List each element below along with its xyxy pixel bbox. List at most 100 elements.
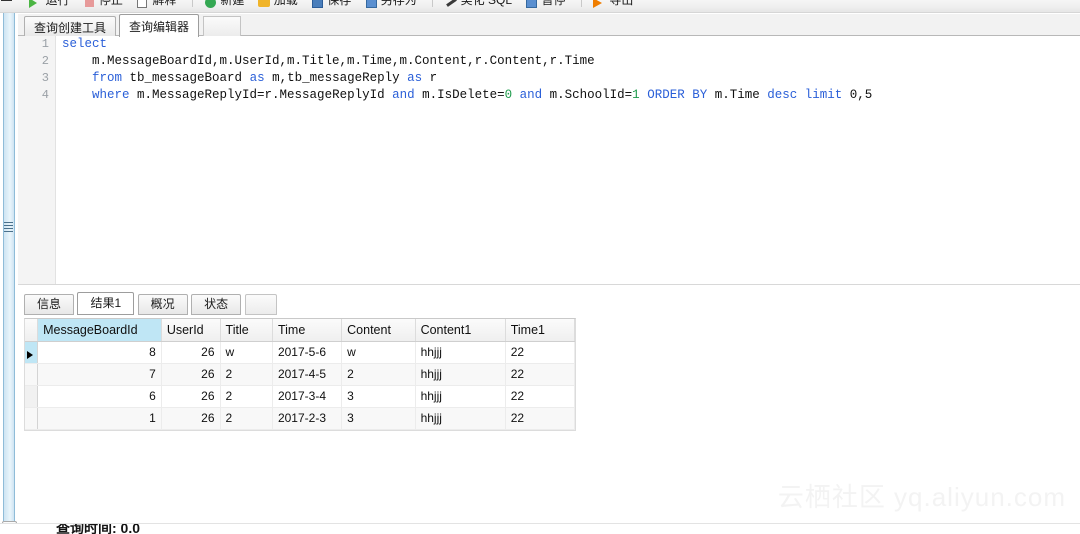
toolbar-run-button[interactable]: 运行 bbox=[29, 0, 70, 9]
toolbar-run-label: 运行 bbox=[45, 0, 70, 7]
results-table: MessageBoardId UserId Title Time Content… bbox=[25, 319, 576, 430]
result-tab-status[interactable]: 状态 bbox=[191, 294, 242, 315]
table-cell-title[interactable]: 2 bbox=[220, 407, 273, 430]
table-cell-time[interactable]: 2017-2-3 bbox=[272, 407, 343, 430]
column-header-messageboardid[interactable]: MessageBoardId bbox=[37, 319, 162, 342]
table-row[interactable]: 7 26 2 2017-4-5 2 hhjjj 22 bbox=[25, 363, 576, 386]
line-number: 2 bbox=[41, 54, 49, 68]
result-tab-info[interactable]: 信息 bbox=[24, 294, 75, 315]
splitter-grip-icon[interactable] bbox=[4, 220, 13, 233]
table-cell-time1[interactable]: 22 bbox=[505, 385, 576, 408]
code-token: m.SchoolId= bbox=[542, 88, 633, 102]
result-tab-result1-label: 结果1 bbox=[90, 296, 122, 310]
table-cell-messageboardid[interactable]: 7 bbox=[37, 363, 162, 386]
column-header-title[interactable]: Title bbox=[220, 319, 273, 342]
run-icon bbox=[29, 0, 42, 9]
result-tab-status-label: 状态 bbox=[204, 297, 229, 311]
toolbar-load-label: 加载 bbox=[273, 0, 298, 7]
row-selector-cell[interactable] bbox=[25, 363, 39, 386]
toolbar-export-button[interactable]: 导出 bbox=[593, 0, 633, 9]
toolbar-separator-2 bbox=[432, 0, 434, 7]
result-tab-result1[interactable]: 结果1 bbox=[77, 292, 135, 315]
column-header-userid[interactable]: UserId bbox=[161, 319, 221, 342]
toolbar-menu-button[interactable] bbox=[0, 0, 16, 7]
results-table-head: MessageBoardId UserId Title Time Content… bbox=[25, 319, 576, 342]
current-row-arrow-icon bbox=[27, 350, 33, 359]
table-cell-content[interactable]: 2 bbox=[341, 363, 416, 386]
table-cell-time1[interactable]: 22 bbox=[505, 363, 576, 386]
code-token: tb_messageBoard bbox=[122, 71, 250, 85]
code-token: 0,5 bbox=[842, 88, 873, 102]
left-splitter-rail bbox=[0, 13, 18, 534]
sql-client-window: 运行 停止 解释 新建 加载 保存 另存为 美化 SQL 暂停 导出 查询创建工… bbox=[0, 0, 1080, 534]
table-cell-content1[interactable]: hhjjj bbox=[415, 385, 506, 408]
table-cell-title[interactable]: w bbox=[220, 341, 273, 364]
table-row[interactable]: 8 26 w 2017-5-6 w hhjjj 22 bbox=[25, 341, 576, 364]
table-cell-time1[interactable]: 22 bbox=[505, 341, 576, 364]
toolbar-saveas-button[interactable]: 另存为 bbox=[365, 0, 417, 8]
main-toolbar: 运行 停止 解释 新建 加载 保存 另存为 美化 SQL 暂停 导出 bbox=[0, 0, 1080, 13]
toolbar-separator-3 bbox=[580, 0, 582, 7]
row-selector-cell[interactable] bbox=[25, 385, 39, 408]
table-cell-content[interactable]: 3 bbox=[341, 407, 416, 430]
results-table-body: 8 26 w 2017-5-6 w hhjjj 22 7 26 2 2017-4-5 2 hhjjj 22… bbox=[25, 341, 576, 430]
table-cell-userid[interactable]: 26 bbox=[161, 363, 221, 386]
status-strip-text: 查询时间: 0.0 bbox=[56, 523, 141, 534]
tab-query-editor[interactable]: 查询编辑器 bbox=[119, 14, 200, 37]
table-row[interactable]: 1 26 2 2017-2-3 3 hhjjj 22 bbox=[25, 407, 576, 430]
table-row[interactable]: 6 26 2 2017-3-4 3 hhjjj 22 bbox=[25, 385, 576, 408]
row-selector-cell[interactable] bbox=[25, 407, 39, 430]
sql-code-text[interactable]: select m.MessageBoardId,m.UserId,m.Title… bbox=[56, 36, 1080, 284]
code-line: m.MessageBoardId,m.UserId,m.Title,m.Time… bbox=[62, 53, 1080, 70]
table-cell-content1[interactable]: hhjjj bbox=[415, 407, 506, 430]
toolbar-beautify-button[interactable]: 美化 SQL bbox=[445, 0, 512, 7]
table-cell-messageboardid[interactable]: 1 bbox=[37, 407, 162, 430]
toolbar-explain-button[interactable]: 解释 bbox=[136, 0, 176, 8]
code-token: from bbox=[92, 71, 123, 85]
table-cell-content1[interactable]: hhjjj bbox=[415, 363, 506, 386]
code-token: as bbox=[249, 71, 265, 85]
row-selector-cell[interactable] bbox=[25, 341, 39, 364]
toolbar-beautify-label: 美化 SQL bbox=[460, 0, 512, 7]
line-number-gutter: 1 2 3 4 bbox=[18, 36, 56, 284]
column-header-content1[interactable]: Content1 bbox=[415, 319, 506, 342]
splitter-band[interactable] bbox=[3, 13, 15, 521]
table-cell-content1[interactable]: hhjjj bbox=[415, 341, 506, 364]
code-token: desc limit bbox=[767, 88, 843, 102]
table-cell-messageboardid[interactable]: 8 bbox=[37, 341, 162, 364]
column-header-time1[interactable]: Time1 bbox=[505, 319, 576, 342]
toolbar-pause-button[interactable]: 暂停 bbox=[525, 0, 566, 8]
results-grid[interactable]: MessageBoardId UserId Title Time Content… bbox=[24, 318, 576, 431]
tab-strip-filler bbox=[203, 16, 241, 36]
result-tab-profile[interactable]: 概况 bbox=[137, 294, 188, 315]
table-cell-messageboardid[interactable]: 6 bbox=[37, 385, 162, 408]
toolbar-new-button[interactable]: 新建 bbox=[204, 0, 244, 9]
table-cell-title[interactable]: 2 bbox=[220, 363, 273, 386]
toolbar-save-button[interactable]: 保存 bbox=[311, 0, 351, 8]
table-cell-title[interactable]: 2 bbox=[220, 385, 273, 408]
sql-code-editor[interactable]: 1 2 3 4 select m.MessageBoardId,m.UserId… bbox=[18, 36, 1080, 284]
table-cell-content[interactable]: w bbox=[341, 341, 416, 364]
toolbar-pause-label: 暂停 bbox=[541, 0, 566, 7]
toolbar-stop-button[interactable]: 停止 bbox=[83, 0, 123, 7]
table-cell-content[interactable]: 3 bbox=[341, 385, 416, 408]
table-cell-time[interactable]: 2017-5-6 bbox=[272, 341, 343, 364]
table-cell-userid[interactable]: 26 bbox=[161, 341, 221, 364]
table-cell-userid[interactable]: 26 bbox=[161, 407, 221, 430]
toolbar-load-button[interactable]: 加载 bbox=[257, 0, 298, 7]
new-icon bbox=[204, 0, 217, 9]
table-cell-userid[interactable]: 26 bbox=[161, 385, 221, 408]
tab-query-editor-label: 查询编辑器 bbox=[129, 20, 190, 34]
code-token: select bbox=[62, 37, 108, 51]
row-selector-header[interactable] bbox=[25, 319, 39, 342]
code-token: m.Time bbox=[707, 88, 768, 102]
column-header-time[interactable]: Time bbox=[272, 319, 343, 342]
tab-query-builder[interactable]: 查询创建工具 bbox=[24, 16, 117, 36]
export-icon bbox=[593, 0, 606, 9]
table-cell-time[interactable]: 2017-4-5 bbox=[272, 363, 343, 386]
table-cell-time1[interactable]: 22 bbox=[505, 407, 576, 430]
result-tabstrip-filler bbox=[244, 294, 277, 315]
table-cell-time[interactable]: 2017-3-4 bbox=[272, 385, 343, 408]
column-header-content[interactable]: Content bbox=[341, 319, 416, 342]
